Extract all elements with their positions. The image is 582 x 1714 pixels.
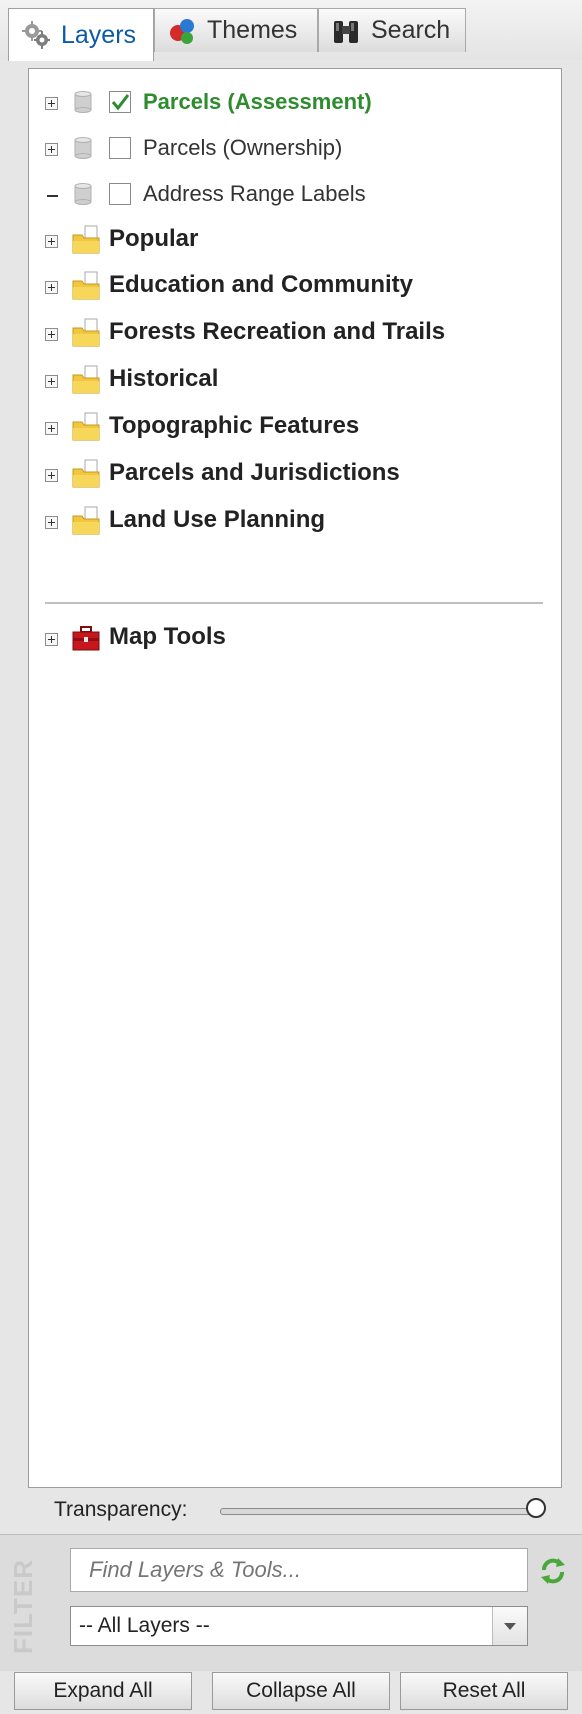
group-label[interactable]: Forests Recreation and Trails bbox=[109, 318, 445, 346]
layer-row-parcels-assessment: Parcels (Assessment) bbox=[29, 85, 559, 121]
group-label[interactable]: Land Use Planning bbox=[109, 506, 325, 534]
layer-filter-select[interactable]: -- All Layers -- bbox=[70, 1606, 528, 1646]
group-row-map-tools: Map Tools bbox=[29, 619, 559, 655]
tree-divider bbox=[45, 602, 543, 604]
dropdown-button[interactable] bbox=[492, 1607, 527, 1645]
layer-label[interactable]: Address Range Labels bbox=[143, 181, 366, 207]
refresh-icon[interactable] bbox=[538, 1556, 568, 1586]
layer-label[interactable]: Parcels (Assessment) bbox=[143, 89, 372, 115]
expand-toggle[interactable] bbox=[45, 633, 58, 646]
group-row-forests-recreation-and-trails: Forests Recreation and Trails bbox=[29, 314, 559, 350]
expand-toggle[interactable] bbox=[45, 143, 58, 156]
tab-layers[interactable]: Layers bbox=[8, 8, 154, 61]
toolbox-icon bbox=[71, 623, 101, 653]
folder-icon bbox=[71, 412, 101, 442]
group-row-popular: Popular bbox=[29, 221, 559, 257]
collapse-toggle[interactable] bbox=[47, 195, 58, 197]
filter-vertical-label: FILTER bbox=[8, 1558, 38, 1654]
group-row-historical: Historical bbox=[29, 361, 559, 397]
layer-label[interactable]: Parcels (Ownership) bbox=[143, 135, 342, 161]
layer-row-address-range-labels: Address Range Labels bbox=[29, 177, 559, 213]
group-label[interactable]: Popular bbox=[109, 225, 198, 253]
transparency-slider-thumb[interactable] bbox=[526, 1498, 546, 1518]
group-label[interactable]: Education and Community bbox=[109, 271, 413, 299]
transparency-slider-track[interactable] bbox=[220, 1508, 536, 1515]
layer-filter-select-value: -- All Layers -- bbox=[79, 1614, 210, 1637]
expand-all-button[interactable]: Expand All bbox=[14, 1672, 192, 1710]
transparency-label: Transparency: bbox=[54, 1498, 188, 1521]
group-label[interactable]: Parcels and Jurisdictions bbox=[109, 459, 400, 487]
layer-checkbox[interactable] bbox=[109, 91, 131, 113]
layer-checkbox[interactable] bbox=[109, 137, 131, 159]
group-row-topographic-features: Topographic Features bbox=[29, 408, 559, 444]
layer-tree: Parcels (Assessment) Parcels (Ownership) bbox=[28, 68, 562, 1488]
folder-icon bbox=[71, 318, 101, 348]
folder-icon bbox=[71, 459, 101, 489]
database-icon bbox=[73, 137, 93, 159]
chevron-down-icon bbox=[504, 1622, 516, 1630]
folder-icon bbox=[71, 271, 101, 301]
expand-toggle[interactable] bbox=[45, 328, 58, 341]
collapse-all-button[interactable]: Collapse All bbox=[212, 1672, 390, 1710]
tab-search[interactable]: Search bbox=[318, 8, 466, 52]
layer-row-parcels-ownership: Parcels (Ownership) bbox=[29, 131, 559, 167]
tab-themes[interactable]: Themes bbox=[154, 8, 318, 52]
tab-search-label: Search bbox=[371, 16, 451, 44]
tab-bar: Layers Themes Search bbox=[0, 0, 582, 61]
database-icon bbox=[73, 183, 93, 205]
expand-toggle[interactable] bbox=[45, 235, 58, 248]
folder-icon bbox=[71, 506, 101, 536]
folder-icon bbox=[71, 365, 101, 395]
group-label[interactable]: Map Tools bbox=[109, 623, 226, 651]
expand-toggle[interactable] bbox=[45, 375, 58, 388]
reset-all-button[interactable]: Reset All bbox=[400, 1672, 568, 1710]
expand-toggle[interactable] bbox=[45, 469, 58, 482]
database-icon bbox=[73, 91, 93, 113]
binoculars-icon bbox=[331, 16, 361, 46]
expand-toggle[interactable] bbox=[45, 422, 58, 435]
group-label[interactable]: Topographic Features bbox=[109, 412, 359, 440]
group-row-education-and-community: Education and Community bbox=[29, 267, 559, 303]
expand-toggle[interactable] bbox=[45, 281, 58, 294]
folder-icon bbox=[71, 225, 101, 255]
layers-panel: Layers Themes Search Parcels (Assessment… bbox=[0, 0, 582, 1714]
group-row-land-use-planning: Land Use Planning bbox=[29, 502, 559, 538]
group-label[interactable]: Historical bbox=[109, 365, 218, 393]
expand-toggle[interactable] bbox=[45, 97, 58, 110]
group-row-parcels-and-jurisdictions: Parcels and Jurisdictions bbox=[29, 455, 559, 491]
layer-checkbox[interactable] bbox=[109, 183, 131, 205]
tab-themes-label: Themes bbox=[207, 16, 298, 44]
find-layers-input[interactable] bbox=[70, 1548, 528, 1592]
checkmark-icon bbox=[111, 94, 130, 111]
expand-toggle[interactable] bbox=[45, 516, 58, 529]
gears-icon bbox=[21, 20, 51, 50]
tab-layers-label: Layers bbox=[61, 20, 137, 49]
themes-balls-icon bbox=[167, 16, 197, 46]
